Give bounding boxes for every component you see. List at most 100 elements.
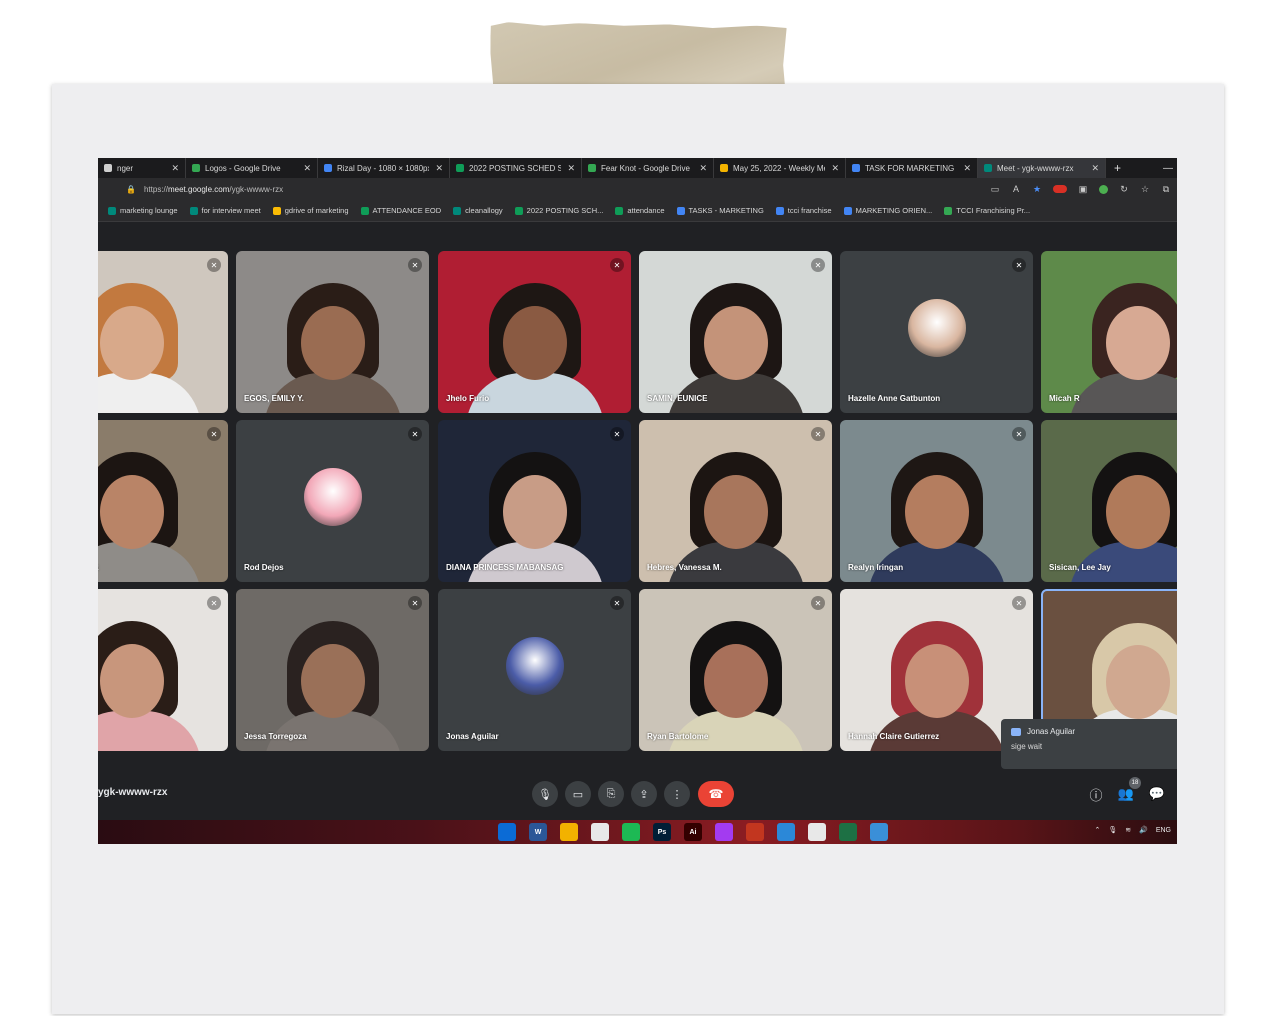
chat-message-icon xyxy=(1011,727,1021,736)
refresh-extension-icon[interactable]: ↻ xyxy=(1119,184,1129,194)
taskbar-app-icon[interactable] xyxy=(591,823,609,841)
taskbar-app-icon[interactable] xyxy=(870,823,888,841)
muted-mic-icon: ✕ xyxy=(610,427,624,441)
tray-chevron-icon[interactable]: ⌃ xyxy=(1094,826,1100,834)
mic-icon: 🎙 xyxy=(538,788,552,801)
bookmark-item[interactable]: TCCI Franchising Pr... xyxy=(944,206,1030,215)
participant-tile[interactable]: ✕ dine Dela Cruz xyxy=(98,420,228,582)
chat-popup[interactable]: Jonas Aguilar sige wait xyxy=(1001,719,1177,769)
muted-mic-icon: ✕ xyxy=(207,427,221,441)
browser-tab[interactable]: Rizal Day - 1080 × 1080px ✕ xyxy=(318,158,450,178)
minimize-window-button[interactable]: — xyxy=(1163,163,1177,174)
green-extension-icon[interactable] xyxy=(1099,184,1108,194)
mic-button[interactable]: 🎙 xyxy=(532,781,558,807)
participant-name: Micah R xyxy=(1049,394,1080,403)
participant-tile[interactable]: ✕ Jessa Torregoza xyxy=(236,589,429,751)
participant-tile[interactable]: ✕ EGOS, EMILY Y. xyxy=(236,251,429,413)
taskbar-app-icon[interactable] xyxy=(715,823,733,841)
volume-icon[interactable]: 🔊 xyxy=(1139,826,1148,834)
chat-button[interactable]: 💬 xyxy=(1149,786,1165,802)
tab-title: Rizal Day - 1080 × 1080px xyxy=(337,163,430,173)
tab-close-icon[interactable]: ✕ xyxy=(963,163,971,174)
participant-tile[interactable]: ✕ Hebres, Vanessa M. xyxy=(639,420,832,582)
participant-tile[interactable]: ✕ Jonas Aguilar xyxy=(438,589,631,751)
tab-close-icon[interactable]: ✕ xyxy=(567,163,575,174)
favorites-icon[interactable]: ☆ xyxy=(1140,184,1150,194)
taskbar-app-icon[interactable] xyxy=(777,823,795,841)
browser-tab[interactable]: May 25, 2022 - Weekly Me ✕ xyxy=(714,158,846,178)
browser-tab[interactable]: TASK FOR MARKETING DE ✕ xyxy=(846,158,978,178)
camera-permission-icon[interactable]: ▭ xyxy=(990,184,1000,194)
end-call-button[interactable]: ☎ xyxy=(698,781,734,807)
bookmark-item[interactable]: gdrive of marketing xyxy=(272,206,349,215)
people-button[interactable]: 👥 18 xyxy=(1118,777,1141,802)
tray-mic-icon[interactable]: 🎙 xyxy=(1108,826,1117,834)
extension-icon[interactable]: ▣ xyxy=(1078,184,1088,194)
camera-button[interactable]: ▭ xyxy=(565,781,591,807)
bookmark-item[interactable]: marketing lounge xyxy=(108,206,178,215)
url-field[interactable]: 🔒 https://meet.google.com/ygk-wwww-rzx xyxy=(98,185,990,194)
participant-tile[interactable]: ✕nes xyxy=(98,589,228,751)
participant-face xyxy=(99,306,164,381)
participant-body xyxy=(98,711,201,751)
tab-close-icon[interactable]: ✕ xyxy=(1091,163,1099,174)
tab-close-icon[interactable]: ✕ xyxy=(171,163,179,174)
bookmark-item[interactable]: MARKETING ORIEN... xyxy=(843,206,932,215)
participant-tile[interactable]: ✕ Rod Dejos xyxy=(236,420,429,582)
bookmark-item[interactable]: TASKS - MARKETING xyxy=(676,206,764,215)
new-tab-button[interactable]: + xyxy=(1106,161,1129,175)
participant-tile[interactable]: ✕Micah R xyxy=(1041,251,1177,413)
bookmark-item[interactable]: attendance xyxy=(615,206,665,215)
taskbar-app-icon[interactable] xyxy=(808,823,826,841)
bookmark-label: TASKS - MARKETING xyxy=(688,206,764,215)
read-aloud-icon[interactable]: A xyxy=(1011,184,1021,194)
participant-tile[interactable]: ✕Lopez xyxy=(98,251,228,413)
browser-tab[interactable]: Logos - Google Drive ✕ xyxy=(186,158,318,178)
bookmark-star-icon[interactable]: ★ xyxy=(1032,184,1042,194)
taskbar-app-icon[interactable]: Ai xyxy=(684,823,702,841)
taskbar-app-icon[interactable]: W xyxy=(529,823,547,841)
taskbar-app-icon[interactable] xyxy=(498,823,516,841)
tab-close-icon[interactable]: ✕ xyxy=(699,163,707,174)
taskbar-app-icon[interactable] xyxy=(839,823,857,841)
present-button[interactable]: ⇪ xyxy=(631,781,657,807)
participant-face xyxy=(904,475,969,550)
more-options-button[interactable]: ⋮ xyxy=(664,781,690,807)
bookmark-item[interactable]: tcci franchise xyxy=(775,206,832,215)
participant-tile[interactable]: ✕ SAMIN, EUNICE xyxy=(639,251,832,413)
meeting-info-button[interactable]: ⓘ xyxy=(1088,786,1104,803)
browser-tab[interactable]: Meet - ygk-wwww-rzx ✕ xyxy=(978,158,1106,178)
wifi-icon[interactable]: ≋ xyxy=(1125,826,1131,834)
browser-tab[interactable]: nger ✕ xyxy=(98,158,186,178)
taskbar-app-icon[interactable] xyxy=(746,823,764,841)
participant-body xyxy=(98,373,201,413)
taskbar-app-icon[interactable]: Ps xyxy=(653,823,671,841)
captions-button[interactable]: ⎘ xyxy=(598,781,624,807)
participant-tile[interactable]: ✕ Hazelle Anne Gatbunton xyxy=(840,251,1033,413)
bookmark-item[interactable]: ATTENDANCE EOD xyxy=(360,206,441,215)
bookmark-label: marketing lounge xyxy=(120,206,178,215)
participant-body xyxy=(1068,542,1177,582)
collections-icon[interactable]: ⧉ xyxy=(1161,184,1171,194)
url-path: /ygk-wwww-rzx xyxy=(229,184,284,194)
taskbar-app-icon[interactable] xyxy=(560,823,578,841)
language-indicator[interactable]: ENG xyxy=(1156,827,1171,834)
bookmark-item[interactable]: 2022 POSTING SCH... xyxy=(514,206,603,215)
tab-close-icon[interactable]: ✕ xyxy=(831,163,839,174)
recording-extension-icon[interactable] xyxy=(1053,185,1067,193)
participant-tile[interactable]: ✕Sisican, Lee Jay xyxy=(1041,420,1177,582)
participant-face xyxy=(99,644,164,719)
browser-tab[interactable]: Fear Knot - Google Drive ✕ xyxy=(582,158,714,178)
browser-tab[interactable]: 2022 POSTING SCHED STA ✕ xyxy=(450,158,582,178)
participant-tile[interactable]: ✕ Realyn Iringan xyxy=(840,420,1033,582)
bookmark-item[interactable]: for interview meet xyxy=(189,206,261,215)
bookmark-label: TCCI Franchising Pr... xyxy=(956,206,1031,215)
tab-close-icon[interactable]: ✕ xyxy=(435,163,443,174)
participant-tile[interactable]: ✕ Ryan Bartolome xyxy=(639,589,832,751)
tab-close-icon[interactable]: ✕ xyxy=(303,163,311,174)
participant-tile[interactable]: ✕ DIANA PRINCESS MABANSAG xyxy=(438,420,631,582)
taskbar-app-icon[interactable] xyxy=(622,823,640,841)
participant-tile[interactable]: ✕ Jhelo Furio xyxy=(438,251,631,413)
bookmark-item[interactable]: cleanallogy xyxy=(453,206,503,215)
participant-name: Realyn Iringan xyxy=(848,563,904,572)
